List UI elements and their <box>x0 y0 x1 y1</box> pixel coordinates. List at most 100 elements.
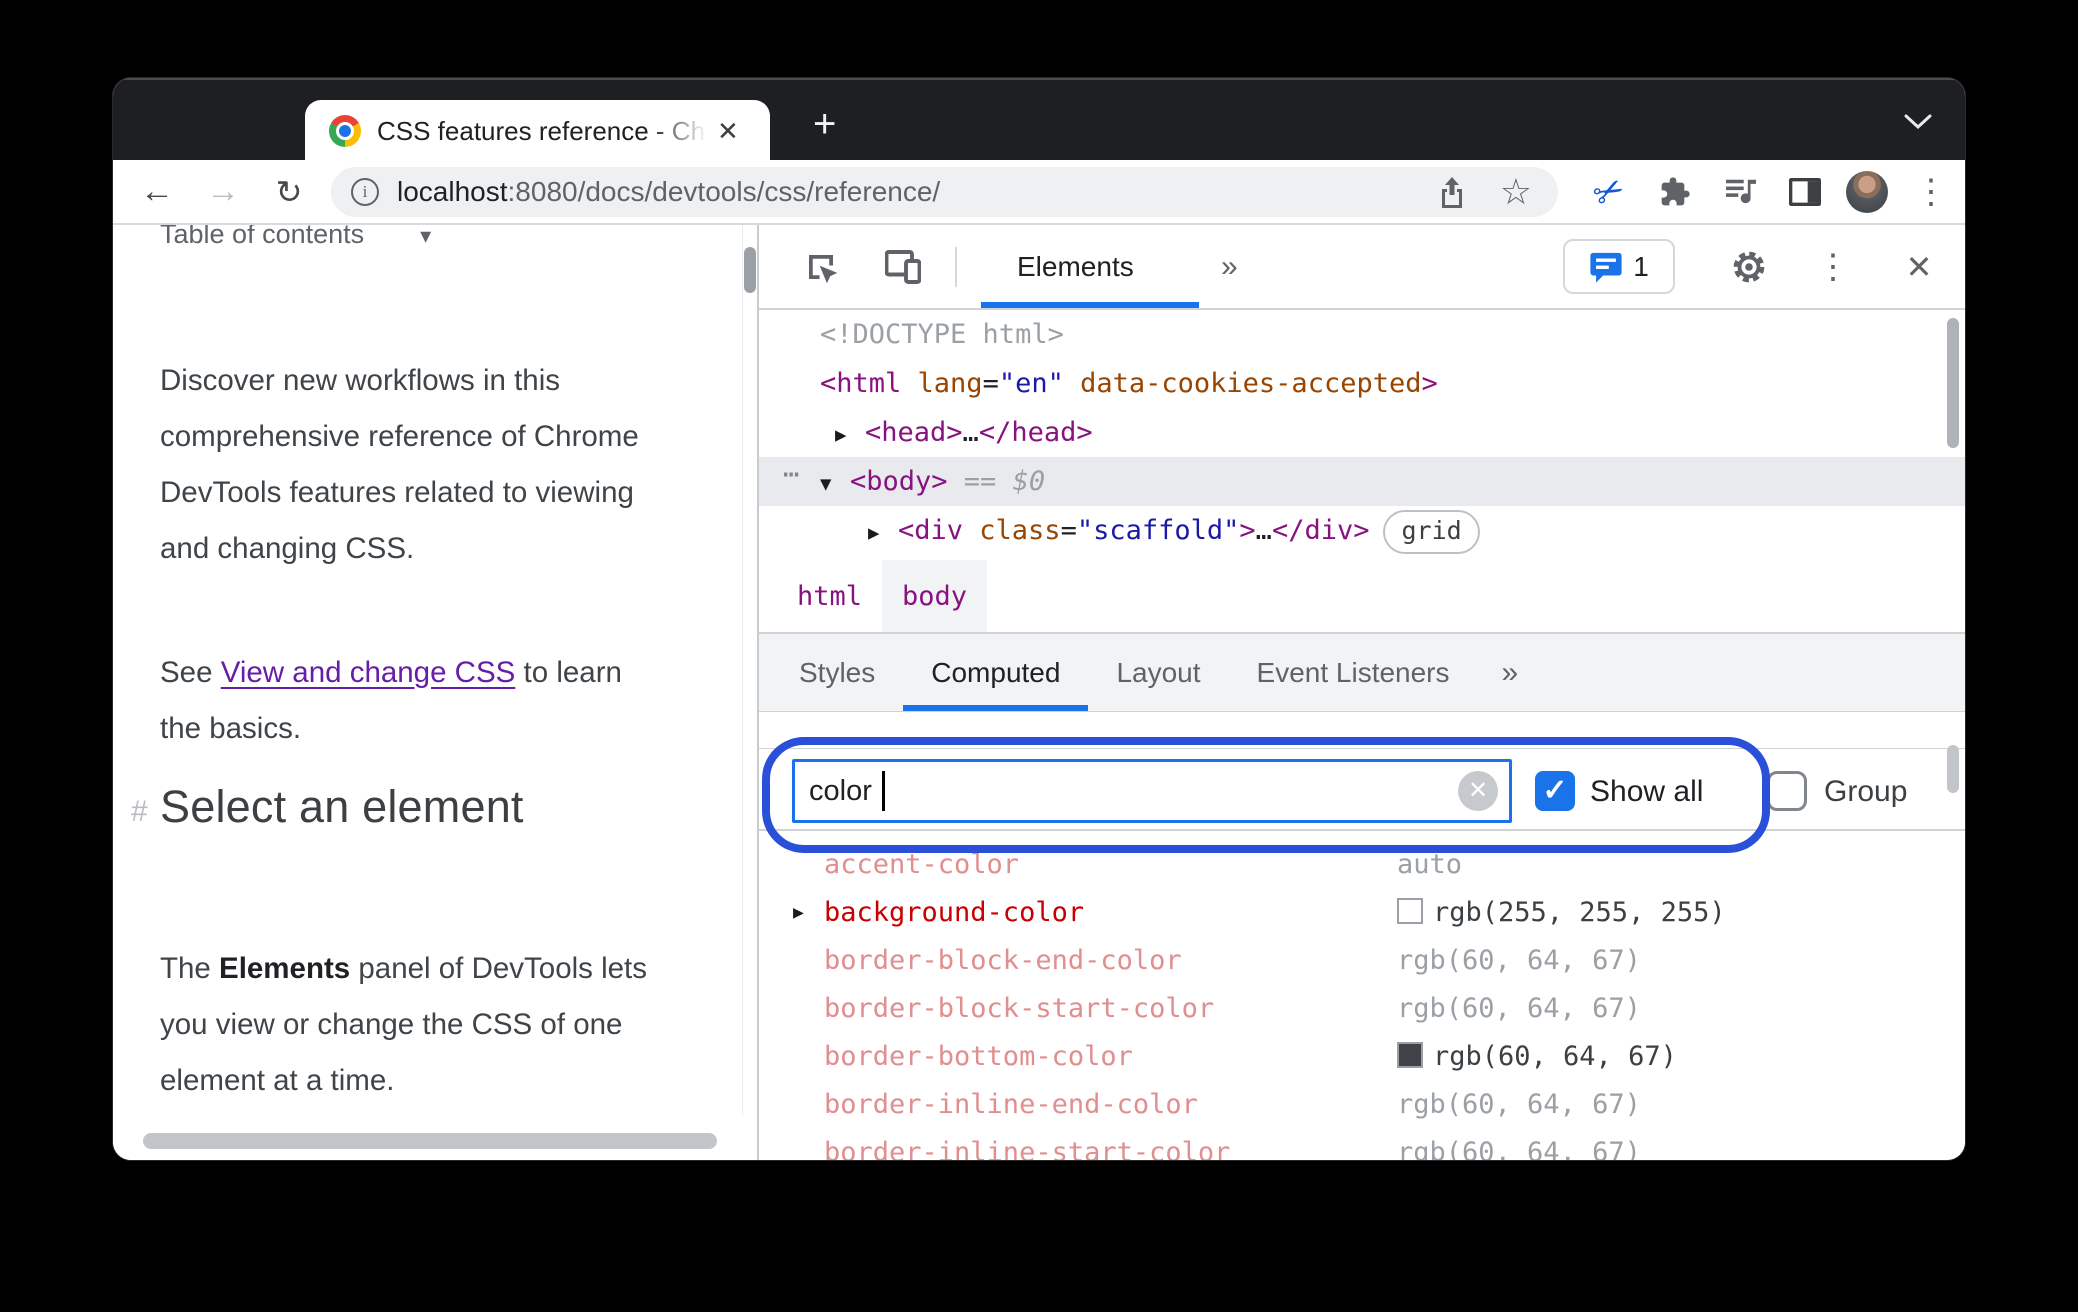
property-value-text: rgb(255, 255, 255) <box>1433 897 1726 928</box>
property-value-text: rgb(60, 64, 67) <box>1397 945 1641 976</box>
property-value-text: rgb(60, 64, 67) <box>1397 993 1641 1024</box>
breadcrumb-html[interactable]: html <box>777 560 882 632</box>
filter-input[interactable] <box>792 759 1512 823</box>
code-token: … <box>1255 515 1272 546</box>
property-name: background-color <box>824 897 1085 928</box>
group-checkbox[interactable] <box>1767 771 1807 811</box>
tab-strip: CSS features reference - Chrome ✕ + <box>113 78 1965 210</box>
computed-properties-list: accent-color auto ▶ background-color rgb(255… <box>759 841 1965 1160</box>
expand-arrow-icon[interactable]: ▶ <box>793 889 804 937</box>
devtools-scrollbar-upper[interactable] <box>1947 318 1959 448</box>
code-token: > <box>1239 515 1256 546</box>
device-toolbar-icon[interactable] <box>871 225 935 308</box>
chrome-favicon-icon <box>329 115 361 147</box>
browser-window: CSS features reference - Chrome ✕ + ← → … <box>113 78 1965 1160</box>
show-all-label[interactable]: Show all <box>1590 775 1703 809</box>
code-token: $0 <box>1012 466 1046 497</box>
share-icon[interactable] <box>1438 175 1466 209</box>
tab-event-listeners[interactable]: Event Listeners <box>1229 634 1478 711</box>
expand-arrow-icon[interactable]: ▶ <box>868 509 898 558</box>
issues-count: 1 <box>1633 250 1649 282</box>
devtools-menu-icon[interactable]: ⋮ <box>1801 225 1865 308</box>
computed-property-row[interactable]: border-inline-end-color rgb(60, 64, 67) <box>759 1081 1965 1129</box>
expand-arrow-icon[interactable]: ▼ <box>820 460 850 509</box>
issues-badge[interactable]: 1 <box>1563 239 1675 294</box>
dom-row[interactable]: <html lang="en" data-cookies-accepted> <box>759 359 1965 408</box>
devtools-tab-elements[interactable]: Elements <box>1017 225 1134 308</box>
clip-extension-icon[interactable]: ✂ <box>1581 160 1637 223</box>
tab-layout[interactable]: Layout <box>1088 634 1228 711</box>
clear-filter-icon[interactable]: ✕ <box>1458 771 1498 811</box>
section-heading: Select an element <box>160 781 524 832</box>
reload-button[interactable]: ↻ <box>263 160 315 223</box>
body-bold: Elements <box>219 951 351 985</box>
tab-styles[interactable]: Styles <box>771 634 903 711</box>
node-options-icon[interactable]: ⋯ <box>783 450 799 499</box>
code-token: data-cookies-accepted <box>1063 368 1422 399</box>
extensions-puzzle-icon[interactable] <box>1647 160 1703 223</box>
code-token: <div <box>898 515 964 546</box>
computed-property-row[interactable]: border-bottom-color rgb(60, 64, 67) <box>759 1033 1965 1081</box>
code-token: = <box>982 368 999 399</box>
devtools-close-icon[interactable]: ✕ <box>1887 225 1951 308</box>
inspect-element-icon[interactable] <box>789 225 853 308</box>
url-path: :8080/docs/devtools/css/reference/ <box>507 176 941 207</box>
page-vertical-scrollbar[interactable] <box>744 247 756 293</box>
media-playlist-icon[interactable] <box>1713 160 1769 223</box>
property-value: rgb(255, 255, 255) <box>1397 889 1726 937</box>
tab-computed[interactable]: Computed <box>903 634 1089 711</box>
tab-search-chevron-icon[interactable] <box>1903 112 1933 130</box>
browser-menu-icon[interactable]: ⋮ <box>1903 160 1959 223</box>
dom-tree: <!DOCTYPE html> <html lang="en" data-cook… <box>759 310 1965 560</box>
page-content-pane: Table of contents ▾ Discover new workflow… <box>113 225 757 1160</box>
bookmark-star-icon[interactable]: ☆ <box>1500 174 1532 210</box>
group-label[interactable]: Group <box>1824 775 1907 809</box>
devtools-scrollbar-lower[interactable] <box>1947 745 1959 793</box>
property-value: rgb(60, 64, 67) <box>1397 985 1641 1033</box>
property-name: border-inline-start-color <box>824 1137 1231 1160</box>
devtools-toolbar: Elements » 1 ⋮ ✕ <box>759 225 1965 310</box>
browser-tab[interactable]: CSS features reference - Chrome ✕ <box>305 100 770 162</box>
devtools-panel: Elements » 1 ⋮ ✕ <!DOCTYPE html> <html la… <box>759 225 1965 1160</box>
intro-paragraph: Discover new workflows in this comprehen… <box>160 363 639 565</box>
more-tabs-icon[interactable]: » <box>1478 634 1543 711</box>
code-token: <!DOCTYPE html> <box>820 319 1064 350</box>
color-swatch[interactable] <box>1397 898 1423 924</box>
url-host: localhost <box>397 176 508 207</box>
heading-anchor-icon[interactable]: # <box>131 795 148 829</box>
forward-button[interactable]: → <box>197 160 249 223</box>
computed-property-row[interactable]: ▶ background-color rgb(255, 255, 255) <box>759 889 1965 937</box>
more-panels-icon[interactable]: » <box>1221 225 1238 308</box>
color-swatch[interactable] <box>1397 1042 1423 1068</box>
property-name: border-block-end-color <box>824 945 1182 976</box>
text-caret <box>882 771 885 811</box>
expand-arrow-icon[interactable]: ▶ <box>835 411 865 460</box>
address-bar[interactable]: i localhost:8080/docs/devtools/css/refer… <box>331 167 1558 217</box>
profile-avatar[interactable] <box>1839 160 1895 223</box>
page-scrollbar-track <box>742 225 743 1115</box>
code-token: <html <box>820 368 902 399</box>
site-info-icon[interactable]: i <box>351 178 379 206</box>
dom-row[interactable]: ▶ <div class="scaffold">…</div> grid <box>759 506 1965 555</box>
side-panel-icon[interactable] <box>1777 160 1833 223</box>
back-button[interactable]: ← <box>131 160 183 223</box>
new-tab-button[interactable]: + <box>813 104 836 144</box>
computed-property-row[interactable]: accent-color auto <box>759 841 1965 889</box>
view-and-change-css-link[interactable]: View and change CSS <box>221 656 516 689</box>
breadcrumb-body[interactable]: body <box>882 560 988 632</box>
see-prefix: See <box>160 655 221 689</box>
computed-property-row[interactable]: border-block-start-color rgb(60, 64, 67) <box>759 985 1965 1033</box>
computed-property-row[interactable]: border-block-end-color rgb(60, 64, 67) <box>759 937 1965 985</box>
show-all-checkbox[interactable]: ✓ <box>1535 771 1575 811</box>
page-horizontal-scrollbar[interactable] <box>143 1133 717 1149</box>
dom-row[interactable]: <!DOCTYPE html> <box>759 310 1965 359</box>
code-token: </div> <box>1271 515 1370 546</box>
tab-close-icon[interactable]: ✕ <box>717 118 739 144</box>
code-token: "scaffold" <box>1076 515 1240 546</box>
grid-badge[interactable]: grid <box>1383 509 1480 554</box>
computed-property-row[interactable]: border-inline-start-color rgb(60, 64, 67) <box>759 1129 1965 1160</box>
settings-gear-icon[interactable] <box>1717 225 1781 308</box>
table-of-contents-toggle[interactable]: Table of contents ▾ <box>160 225 431 250</box>
dom-row[interactable]: ▶ <head>…</head> <box>759 408 1965 457</box>
dom-row[interactable]: ⋯ ▼ <body> == $0 <box>759 457 1965 506</box>
